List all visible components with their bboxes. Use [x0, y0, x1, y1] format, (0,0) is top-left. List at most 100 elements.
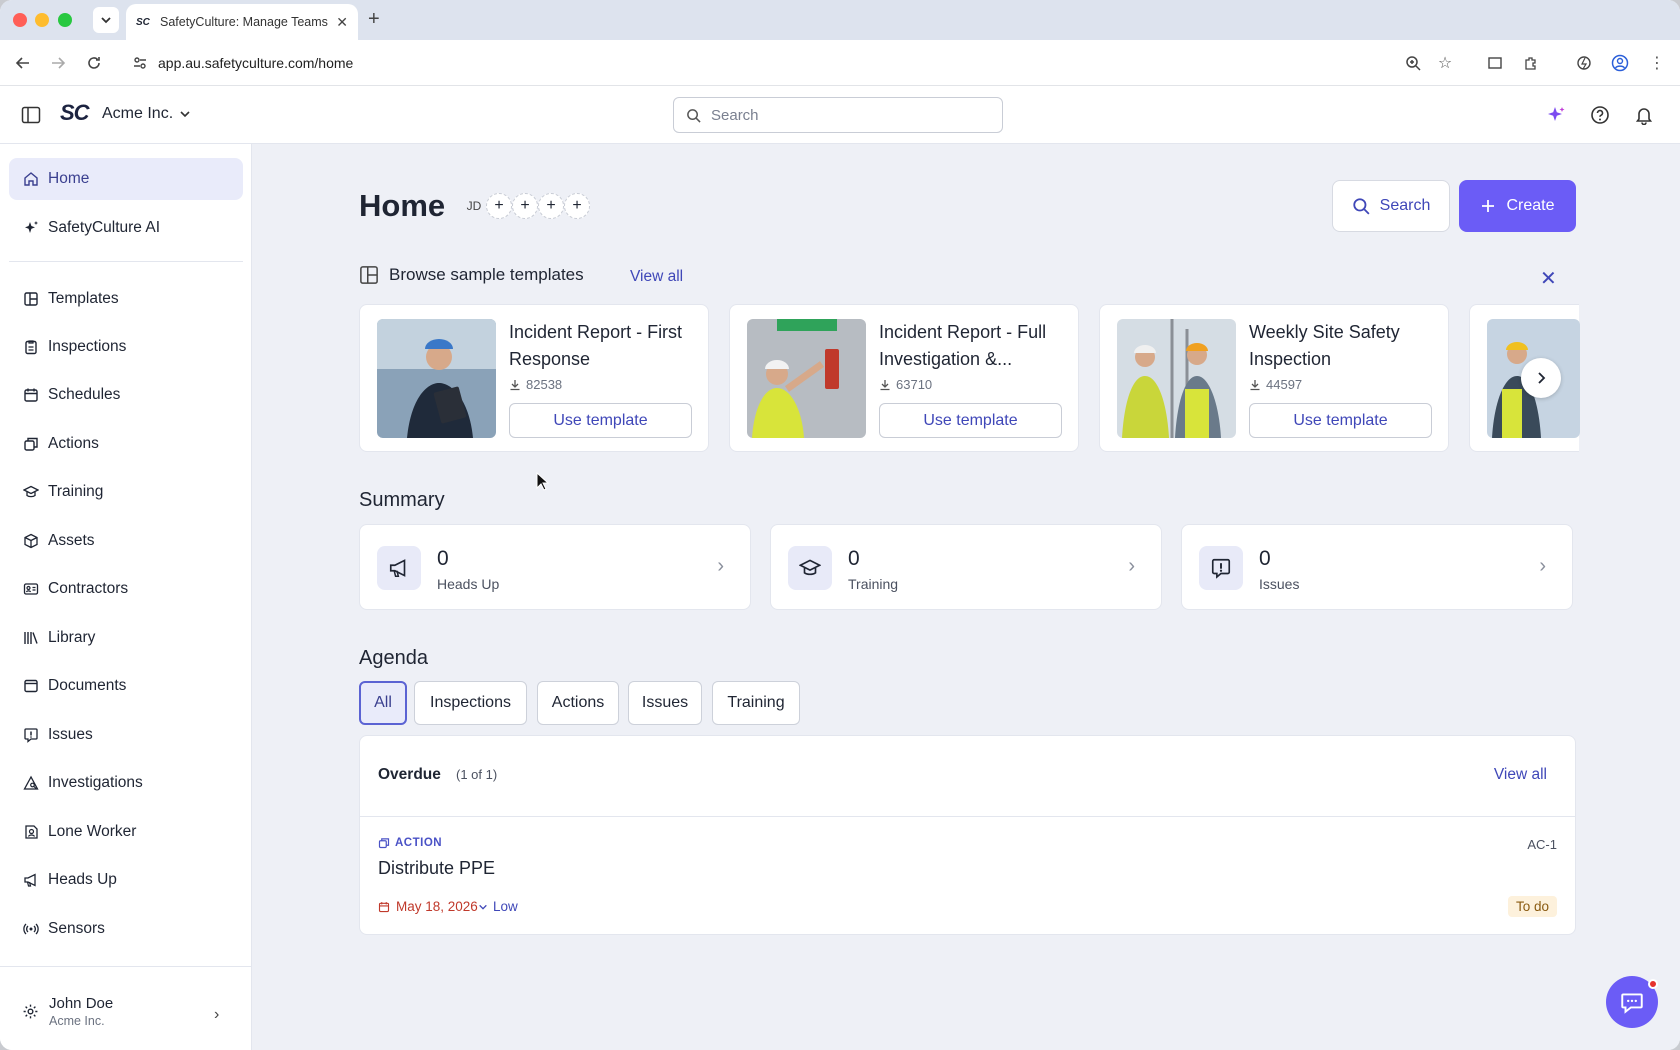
agenda-tab-all[interactable]: All: [359, 681, 407, 725]
agenda-tab-training[interactable]: Training: [712, 681, 800, 725]
maximize-window-button[interactable]: [58, 13, 72, 27]
sidebar-item-library[interactable]: Library: [9, 617, 243, 659]
template-card[interactable]: Incident Report - First Response 82538 U…: [359, 304, 709, 452]
search-button[interactable]: Search: [1332, 180, 1450, 232]
sidebar-divider: [0, 966, 252, 967]
browser-window: SC SafetyCulture: Manage Teams ✕ + app.a…: [0, 0, 1680, 1050]
favicon: SC: [136, 16, 150, 28]
site-settings-icon[interactable]: [132, 55, 148, 74]
sidebar-item-investigations[interactable]: Investigations: [9, 762, 243, 804]
overdue-label: Overdue: [378, 766, 441, 783]
use-template-button[interactable]: Use template: [509, 403, 692, 438]
forward-arrow-icon[interactable]: [47, 52, 69, 74]
sidebar-item-sensors[interactable]: Sensors: [9, 908, 243, 950]
download-icon: [1250, 379, 1260, 390]
sidebar-item-assets[interactable]: Assets: [9, 520, 243, 562]
tab-search-button[interactable]: [93, 7, 119, 33]
bell-icon[interactable]: [1632, 103, 1656, 127]
page-title: Home: [359, 188, 446, 223]
sidebar-item-home[interactable]: Home: [9, 158, 243, 200]
summary-card-heads-up[interactable]: 0 Heads Up ›: [359, 524, 751, 610]
agenda-item-type: ACTION: [378, 837, 442, 849]
chevron-right-icon: ›: [717, 555, 724, 577]
sidebar-item-schedules[interactable]: Schedules: [9, 374, 243, 416]
sidebar-item-documents[interactable]: Documents: [9, 665, 243, 707]
summary-card-issues[interactable]: 0 Issues ›: [1181, 524, 1573, 610]
browser-tab-active[interactable]: SC SafetyCulture: Manage Teams ✕: [126, 4, 358, 40]
id-card-icon: [23, 583, 39, 595]
add-member-button[interactable]: +: [486, 193, 512, 219]
performance-icon[interactable]: [1573, 52, 1595, 74]
sidebar-item-lone-worker[interactable]: Lone Worker: [9, 811, 243, 853]
new-tab-button[interactable]: +: [368, 8, 380, 31]
agenda-tab-issues[interactable]: Issues: [628, 681, 702, 725]
user-name: John Doe: [49, 995, 114, 1012]
sensor-icon: [23, 923, 39, 935]
lone-worker-icon: [25, 825, 38, 839]
download-count: 44597: [1266, 377, 1303, 392]
status-badge: To do: [1507, 896, 1557, 917]
sidebar-item-inspections[interactable]: Inspections: [9, 326, 243, 368]
template-card[interactable]: Weekly Site Safety Inspection 44597 Use …: [1099, 304, 1449, 452]
profile-icon[interactable]: [1609, 52, 1631, 74]
avatar[interactable]: JD: [462, 193, 486, 219]
library-icon: [24, 632, 38, 644]
sidebar-item-safetyculture-ai[interactable]: SafetyCulture AI: [9, 207, 243, 249]
template-icon: [360, 266, 378, 284]
use-template-button[interactable]: Use template: [1249, 403, 1432, 438]
add-member-button[interactable]: +: [512, 193, 538, 219]
template-card[interactable]: Incident Report - Full Investigation &..…: [729, 304, 1079, 452]
browser-tabstrip: SC SafetyCulture: Manage Teams ✕ +: [0, 0, 1680, 40]
agenda-item-title[interactable]: Distribute PPE: [378, 858, 495, 879]
user-menu[interactable]: John Doe Acme Inc.: [22, 995, 113, 1028]
sidebar-item-training[interactable]: Training: [9, 471, 243, 513]
reload-icon[interactable]: [83, 52, 105, 74]
search-button-label: Search: [1379, 197, 1431, 214]
template-image: [747, 319, 866, 438]
global-search-input[interactable]: Search: [673, 97, 1003, 133]
zoom-icon[interactable]: [1402, 52, 1424, 74]
safetyculture-logo[interactable]: SC: [60, 100, 90, 126]
sidebar-item-label: Assets: [48, 532, 95, 549]
org-switcher[interactable]: Acme Inc.: [102, 105, 191, 123]
browser-menu-icon[interactable]: ⋮: [1646, 52, 1668, 74]
extensions-icon[interactable]: [1520, 52, 1542, 74]
help-icon[interactable]: [1588, 103, 1612, 127]
agenda-tab-inspections[interactable]: Inspections: [414, 681, 527, 725]
sidebar-toggle-icon[interactable]: [19, 103, 43, 127]
calendar-icon: [378, 901, 390, 912]
minimize-window-button[interactable]: [35, 13, 49, 27]
close-window-button[interactable]: [13, 13, 27, 27]
summary-count: 0: [848, 547, 860, 570]
sidebar-item-issues[interactable]: Issues: [9, 714, 243, 756]
graduation-cap-icon: [788, 546, 832, 590]
add-member-button[interactable]: +: [538, 193, 564, 219]
create-button[interactable]: Create: [1459, 180, 1576, 232]
back-arrow-icon[interactable]: [12, 52, 34, 74]
sidebar-item-label: Issues: [48, 726, 93, 743]
use-template-button[interactable]: Use template: [879, 403, 1062, 438]
home-icon: [24, 172, 38, 186]
sidebar-item-heads-up[interactable]: Heads Up: [9, 859, 243, 901]
template-image: [377, 319, 496, 438]
close-icon[interactable]: ✕: [1540, 266, 1557, 291]
ai-sparkle-icon[interactable]: [1544, 103, 1568, 127]
carousel-next-button[interactable]: [1521, 358, 1561, 398]
summary-card-training[interactable]: 0 Training ›: [770, 524, 1162, 610]
sidebar-item-templates[interactable]: Templates: [9, 278, 243, 320]
org-name: Acme Inc.: [102, 105, 174, 122]
megaphone-icon: [24, 873, 36, 887]
clipboard-icon: [25, 340, 37, 355]
sidebar-item-label: SafetyCulture AI: [48, 219, 161, 236]
sidebar-item-actions[interactable]: Actions: [9, 423, 243, 465]
address-bar[interactable]: app.au.safetyculture.com/home: [124, 48, 1654, 78]
view-all-templates-link[interactable]: View all: [630, 268, 683, 286]
close-tab-icon[interactable]: ✕: [336, 14, 348, 31]
add-member-button[interactable]: +: [564, 193, 590, 219]
chevron-right-icon[interactable]: ›: [214, 1006, 219, 1024]
sidebar-item-contractors[interactable]: Contractors: [9, 568, 243, 610]
bookmark-star-icon[interactable]: ☆: [1434, 52, 1456, 74]
agenda-tab-actions[interactable]: Actions: [537, 681, 619, 725]
view-all-agenda-link[interactable]: View all: [1494, 766, 1547, 784]
screen-capture-icon[interactable]: [1484, 52, 1506, 74]
